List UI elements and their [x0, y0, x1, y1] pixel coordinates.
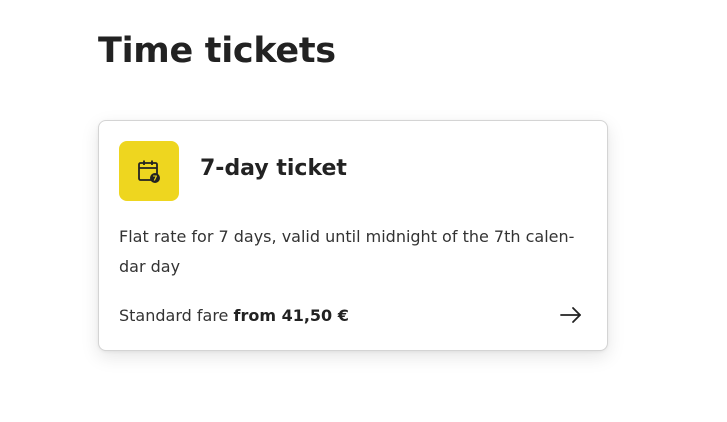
- arrow-right-icon[interactable]: [559, 303, 583, 327]
- page: Time tickets 7 7-day ticket Flat rate fo…: [0, 0, 727, 422]
- page-title: Time tickets: [98, 31, 336, 71]
- svg-text:7: 7: [153, 175, 158, 183]
- calendar-7-icon: 7: [138, 160, 160, 183]
- ticket-icon-tile: 7: [119, 141, 179, 201]
- price-prefix: Standard fare: [119, 306, 229, 325]
- price-value: from 41,50 €: [233, 306, 349, 325]
- card-price: Standard fare from 41,50 €: [119, 304, 349, 328]
- ticket-card-7-day[interactable]: 7 7-day ticket Flat rate for 7 days, val…: [98, 120, 608, 351]
- card-description: Flat rate for 7 days, valid until midnig…: [119, 227, 575, 276]
- card-title: 7-day ticket: [200, 156, 347, 181]
